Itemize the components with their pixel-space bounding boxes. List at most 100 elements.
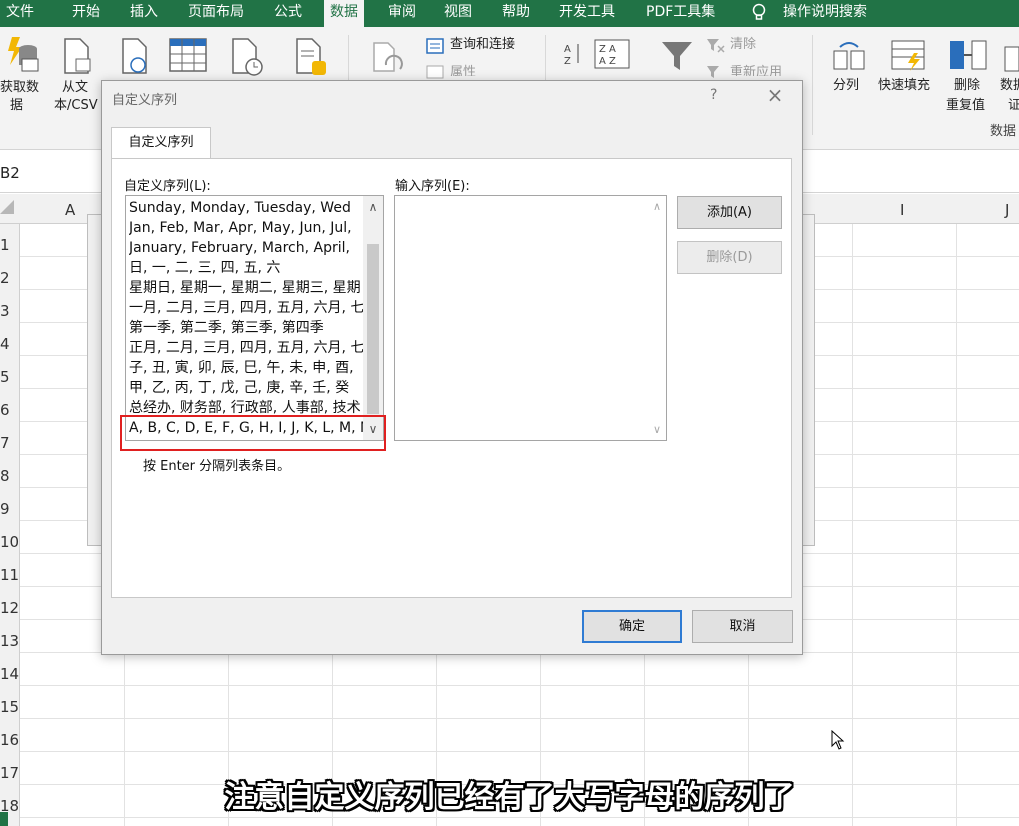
tab-page-layout[interactable]: 页面布局 [188,0,244,27]
row-number[interactable]: 4 [0,335,18,353]
mouse-cursor-icon [831,730,845,750]
tab-pdf-tools[interactable]: PDF工具集 [646,0,715,27]
row-number[interactable]: 15 [0,698,19,716]
tab-formulas[interactable]: 公式 [274,0,302,27]
svg-text:A Z: A Z [599,56,616,67]
column-header-a[interactable]: A [65,201,75,219]
chevron-up-icon[interactable]: ∧ [653,200,661,213]
tab-developer[interactable]: 开发工具 [559,0,615,27]
row-number[interactable]: 5 [0,368,18,386]
grid-line [20,817,1019,818]
remove-duplicates-label-2[interactable]: 重复值 [946,97,985,115]
highlight-box [120,415,386,451]
grid-line [956,224,957,826]
scrollbar-thumb[interactable] [367,244,379,414]
tab-view[interactable]: 视图 [444,0,472,27]
data-validation-label-2[interactable]: 证 [1008,97,1019,115]
queries-connections-button[interactable]: 查询和连接 [450,36,515,54]
get-data-label-2[interactable]: 据 [10,97,23,115]
list-item[interactable]: 甲, 乙, 丙, 丁, 戊, 己, 庚, 辛, 壬, 癸 [129,378,365,398]
grid-line [20,751,1019,752]
row-header: 1 2 3 4 5 6 7 8 9 10 11 12 13 14 15 16 1… [0,224,20,826]
row-number[interactable]: 6 [0,401,18,419]
row-number[interactable]: 2 [0,269,18,287]
from-text-label[interactable]: 从文 [62,79,88,97]
text-to-columns-icon [833,42,865,70]
row-number[interactable]: 7 [0,434,18,452]
sort-ascending-icon: A Z [564,44,579,67]
custom-lists-listbox[interactable]: Sunday, Monday, Tuesday, Wed Jan, Feb, M… [125,195,384,441]
column-header-i[interactable]: I [900,201,904,219]
row-number[interactable]: 8 [0,467,18,485]
clear-button[interactable]: 清除 [730,36,756,54]
refresh-all-icon [373,42,403,72]
reapply-icon [707,66,719,78]
dialog-title: 自定义序列 [112,93,178,108]
reapply-button[interactable]: 重新应用 [730,64,782,76]
cancel-button[interactable]: 取消 [692,610,793,643]
grid-line [20,718,1019,719]
tab-help[interactable]: 帮助 [502,0,530,27]
web-icon [122,38,147,74]
list-item[interactable]: 第一季, 第二季, 第三季, 第四季 [129,318,365,338]
existing-connections-icon [296,38,326,75]
tab-file[interactable]: 文件 [6,0,34,27]
row-number[interactable]: 11 [0,566,19,584]
list-item[interactable]: January, February, March, April, [129,238,365,258]
tab-tell-me[interactable]: 操作说明搜索 [783,0,867,27]
row-number[interactable]: 16 [0,731,19,749]
sort-icon: Z A A Z [594,39,630,69]
properties-icon [426,65,444,79]
chevron-down-icon[interactable]: ∨ [653,423,661,436]
remove-duplicates-icon [950,40,987,70]
tab-review[interactable]: 审阅 [388,0,416,27]
list-item[interactable]: 星期日, 星期一, 星期二, 星期三, 星期 [129,278,365,298]
list-item[interactable]: 正月, 二月, 三月, 四月, 五月, 六月, 七 [129,338,365,358]
table-icon [169,38,207,72]
list-item[interactable]: Jan, Feb, Mar, Apr, May, Jun, Jul, [129,218,365,238]
select-all-corner[interactable] [0,200,14,214]
tab-data[interactable]: 数据 [324,0,364,27]
row-number[interactable]: 9 [0,500,18,518]
hint-text: 按 Enter 分隔列表条目。 [143,459,291,474]
svg-text:A: A [564,44,571,55]
ok-button[interactable]: 确定 [582,610,682,643]
text-to-columns-button[interactable]: 分列 [833,77,859,95]
data-tools-group-label: 数据 [990,124,1017,139]
row-number[interactable]: 10 [0,533,19,551]
grid-line [852,224,853,826]
tab-home[interactable]: 开始 [72,0,100,27]
queries-connections-icon [426,38,444,54]
tab-insert[interactable]: 插入 [130,0,158,27]
list-item[interactable]: 日, 一, 二, 三, 四, 五, 六 [129,258,365,278]
flash-fill-button[interactable]: 快速填充 [878,77,930,95]
column-header-j[interactable]: J [1005,201,1009,219]
add-button[interactable]: 添加(A) [677,196,782,229]
row-number[interactable]: 1 [0,236,18,254]
from-text-label-2[interactable]: 本/CSV [54,97,98,115]
custom-lists-dialog: 自定义序列 ? × 自定义序列 自定义序列(L): 输入序列(E): Sunda… [101,80,803,655]
name-box[interactable]: B2 [0,164,20,182]
list-entries-textarea[interactable]: ∧ ∨ [394,195,667,441]
list-item[interactable]: 一月, 二月, 三月, 四月, 五月, 六月, 七 [129,298,365,318]
video-caption: 注意自定义序列已经有了大写字母的序列了 [224,780,795,815]
get-data-label[interactable]: 获取数 [0,79,39,97]
list-item[interactable]: 子, 丑, 寅, 卯, 辰, 巳, 午, 未, 申, 酉, [129,358,365,378]
chevron-up-icon[interactable]: ∧ [366,200,380,214]
row-number[interactable]: 12 [0,599,19,617]
data-validation-button[interactable]: 数据 [1000,77,1019,95]
delete-button[interactable]: 删除(D) [677,241,782,274]
lightbulb-icon [752,3,766,20]
row-number[interactable]: 13 [0,632,19,650]
help-button[interactable]: ? [710,87,717,103]
filter-icon [662,42,692,70]
list-item[interactable]: Sunday, Monday, Tuesday, Wed [129,198,365,218]
list-scrollbar[interactable]: ∧ ∨ [363,196,383,440]
remove-duplicates-button[interactable]: 删除 [954,77,980,95]
properties-button[interactable]: 属性 [450,64,476,76]
close-icon[interactable]: × [764,83,786,107]
data-validation-icon [1004,46,1019,72]
row-number[interactable]: 3 [0,302,18,320]
tab-custom-lists[interactable]: 自定义序列 [111,127,211,159]
row-number[interactable]: 14 [0,665,19,683]
